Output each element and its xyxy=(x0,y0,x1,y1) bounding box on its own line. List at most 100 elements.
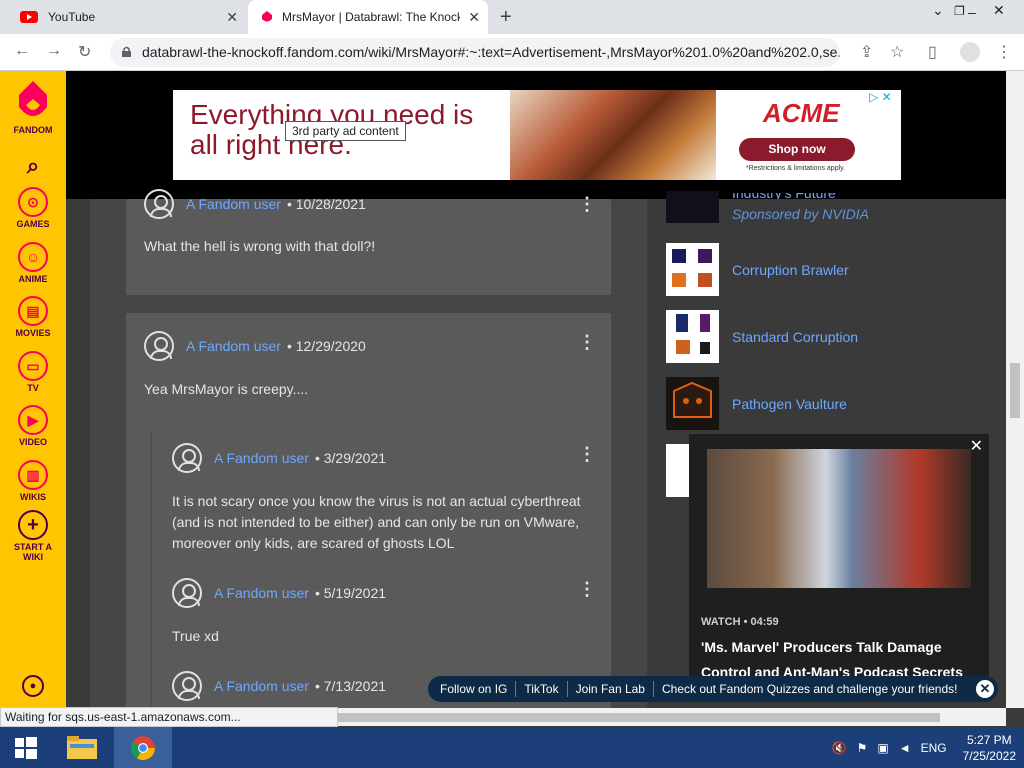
divider xyxy=(566,681,568,697)
comments-section: A Fandom user • 10/28/2021 ⋮ What the he… xyxy=(90,189,647,713)
windows-start-icon[interactable] xyxy=(0,727,52,768)
comment-date: • 12/29/2020 xyxy=(286,338,366,354)
kebab-menu-icon[interactable]: ⋮ xyxy=(578,445,596,463)
sponsored-title[interactable]: Industry's Future xyxy=(732,193,869,199)
sidebar-item-label: START A WIKI xyxy=(14,542,52,562)
network-icon[interactable]: ▣ xyxy=(877,741,888,755)
ad-choices-icon[interactable]: ▷ ✕ xyxy=(869,90,892,104)
sidebar-item-label: MOVIES xyxy=(15,328,51,338)
tv-icon: ▭ xyxy=(18,351,48,381)
bookmark-star-icon[interactable]: ☆ xyxy=(890,42,904,62)
promo-link-fan-lab[interactable]: Join Fan Lab xyxy=(576,682,645,696)
reload-icon[interactable]: ↻ xyxy=(78,42,91,62)
tab-mrsmayor[interactable]: MrsMayor | Databrawl: The Knockoff ✕ xyxy=(248,0,488,34)
sidebar-item-games[interactable]: ⊙ GAMES xyxy=(0,187,66,229)
ad-fine-print: *Restrictions & limitations apply. xyxy=(746,165,846,172)
sidebar-item-movies[interactable]: ▤ MOVIES xyxy=(0,296,66,338)
forward-arrow-icon[interactable]: → xyxy=(46,42,62,60)
share-icon[interactable]: ⇪ xyxy=(860,42,873,62)
video-frame[interactable] xyxy=(707,449,971,588)
sidebar-item-wikis[interactable]: ▥ WIKIS xyxy=(0,460,66,502)
promo-link-quizzes[interactable]: Check out Fandom Quizzes and challenge y… xyxy=(662,682,958,696)
sidebar-item-video[interactable]: ▶ VIDEO xyxy=(0,405,66,447)
rail-link-item[interactable]: Standard Corruption xyxy=(666,310,858,363)
comment-user[interactable]: A Fandom user xyxy=(214,585,309,601)
comment-user[interactable]: A Fandom user xyxy=(214,678,309,694)
corruption-brawler-thumbnail xyxy=(666,243,719,296)
divider xyxy=(652,681,654,697)
comment-text: Yea MrsMayor is creepy.... xyxy=(144,381,309,397)
browser-toolbar: ← → ↻ databrawl-the-knockoff.fandom.com/… xyxy=(0,34,1024,71)
ad-food-image xyxy=(510,90,716,180)
sidebar-item-tv[interactable]: ▭ TV xyxy=(0,351,66,393)
comment-user[interactable]: A Fandom user xyxy=(186,338,281,354)
video-duration: WATCH • 04:59 xyxy=(701,616,779,628)
kebab-menu-icon[interactable]: ⋮ xyxy=(578,333,596,351)
fandom-sidebar: FANDOM ⌕ ⊙ GAMES ☺ ANIME ▤ MOVIES ▭ TV ▶… xyxy=(0,71,66,708)
address-bar[interactable]: databrawl-the-knockoff.fandom.com/wiki/M… xyxy=(110,38,840,67)
book-icon: ▥ xyxy=(18,460,48,490)
sponsored-by: Sponsored by NVIDIA xyxy=(732,205,869,222)
sidebar-item-start-wiki[interactable]: + START A WIKI xyxy=(0,510,66,562)
chevron-down-icon[interactable]: ⌄ xyxy=(932,2,944,19)
rail-link-item[interactable]: Pathogen Vaulture xyxy=(666,377,847,430)
comment-text: What the hell is wrong with that doll?! xyxy=(144,238,376,254)
status-bubble: Waiting for sqs.us-east-1.amazonaws.com.… xyxy=(0,707,338,727)
comment-header: A Fandom user • 12/29/2020 xyxy=(144,331,366,361)
reply-header: A Fandom user • 7/13/2021 xyxy=(172,671,386,701)
language-indicator[interactable]: ENG xyxy=(921,741,947,755)
tab-close-icon[interactable]: ✕ xyxy=(226,9,238,26)
close-icon[interactable]: ✕ xyxy=(976,680,994,698)
fandom-logo[interactable]: FANDOM xyxy=(0,79,66,135)
chrome-icon[interactable] xyxy=(114,727,172,768)
ad-shop-button[interactable]: Shop now xyxy=(739,138,855,161)
restore-button[interactable]: ❐ xyxy=(954,4,965,18)
scrollbar-thumb[interactable] xyxy=(1010,363,1020,418)
fandom-flame-icon xyxy=(19,81,47,116)
speaker-icon[interactable]: ◄ xyxy=(899,741,911,755)
comment-user[interactable]: A Fandom user xyxy=(186,196,281,212)
comment-user[interactable]: A Fandom user xyxy=(214,450,309,466)
promo-link-tiktok[interactable]: TikTok xyxy=(524,682,558,696)
close-window-button[interactable]: ✕ xyxy=(993,2,1005,19)
sidebar-item-label: VIDEO xyxy=(18,437,47,447)
profile-avatar-icon[interactable] xyxy=(960,42,980,62)
comment-card: A Fandom user • 10/28/2021 ⋮ What the he… xyxy=(126,189,611,295)
new-tab-button[interactable]: + xyxy=(500,6,512,29)
rail-link-label[interactable]: Standard Corruption xyxy=(732,329,858,345)
search-icon[interactable]: ⌕ xyxy=(0,153,66,179)
promo-link-ig[interactable]: Follow on IG xyxy=(440,682,507,696)
pathogen-vaulture-thumbnail xyxy=(666,377,719,430)
file-explorer-icon[interactable] xyxy=(56,727,108,768)
fandom-label: FANDOM xyxy=(13,125,53,135)
ad-banner[interactable]: Everything you need is all right here. A… xyxy=(173,90,901,180)
volume-muted-icon[interactable]: 🔇 xyxy=(832,741,847,755)
rail-link-label[interactable]: Pathogen Vaulture xyxy=(732,396,847,412)
sponsored-item[interactable]: Industry's Future Sponsored by NVIDIA xyxy=(666,191,869,223)
youtube-icon xyxy=(20,11,38,23)
video-player[interactable]: ✕ WATCH • 04:59 'Ms. Marvel' Producers T… xyxy=(689,434,989,684)
tab-youtube[interactable]: YouTube ✕ xyxy=(8,0,246,34)
kebab-menu-icon[interactable]: ⋮ xyxy=(578,195,596,213)
rail-link-item[interactable]: Corruption Brawler xyxy=(666,243,849,296)
flag-icon[interactable]: ⚑ xyxy=(857,741,868,755)
sidebar-item-anime[interactable]: ☺ ANIME xyxy=(0,242,66,284)
kebab-menu-icon[interactable]: ⋮ xyxy=(996,42,1012,62)
rail-link-label[interactable]: Corruption Brawler xyxy=(732,262,849,278)
user-avatar-icon xyxy=(144,331,174,361)
lock-icon xyxy=(122,46,131,57)
side-panel-icon[interactable]: ▯ xyxy=(928,42,937,62)
comment-date: • 10/28/2021 xyxy=(286,196,366,212)
tab-close-icon[interactable]: ✕ xyxy=(468,9,480,26)
minimize-button[interactable]: – xyxy=(968,4,976,20)
vertical-scrollbar[interactable] xyxy=(1006,71,1024,708)
comment-date: • 5/19/2021 xyxy=(314,585,387,601)
clock[interactable]: 5:27 PM 7/25/2022 xyxy=(963,732,1016,764)
back-arrow-icon[interactable]: ← xyxy=(14,42,30,60)
kebab-menu-icon[interactable]: ⋮ xyxy=(578,580,596,598)
plus-icon: + xyxy=(18,510,48,540)
user-account-icon[interactable]: ● xyxy=(0,675,66,699)
comment-date: • 7/13/2021 xyxy=(314,678,387,694)
close-icon[interactable]: ✕ xyxy=(970,436,983,456)
comment-header: A Fandom user • 10/28/2021 xyxy=(144,189,366,219)
